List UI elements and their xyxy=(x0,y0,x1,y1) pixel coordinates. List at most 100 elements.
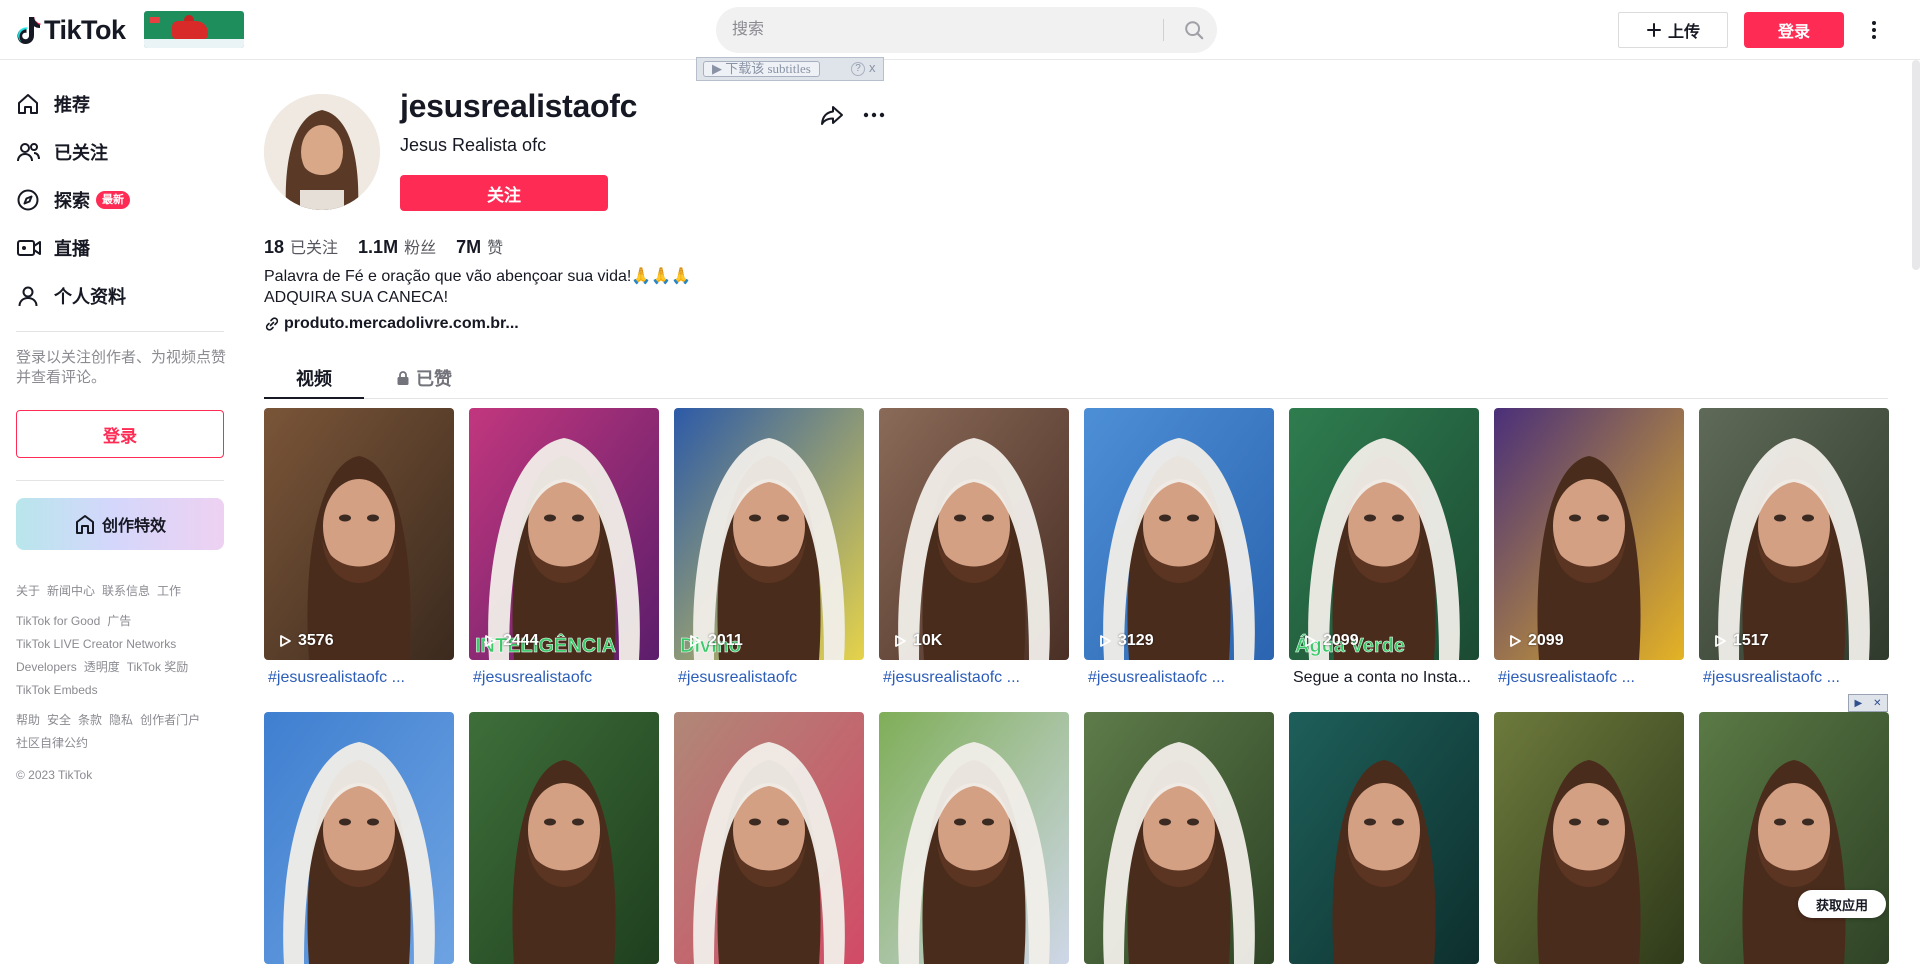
footer-link[interactable]: 联系信息 xyxy=(102,584,150,598)
footer-link[interactable]: 工作 xyxy=(157,584,181,598)
video-caption[interactable]: #jesusrealistaofc xyxy=(469,669,659,687)
video-caption[interactable]: #jesusrealistaofc ... xyxy=(1699,669,1889,687)
video-thumbnail[interactable] xyxy=(1084,712,1274,964)
compass-icon xyxy=(16,184,48,216)
share-button[interactable] xyxy=(818,101,846,129)
search-input[interactable] xyxy=(732,7,1162,53)
follow-button[interactable]: 关注 xyxy=(400,175,608,211)
scrollbar[interactable] xyxy=(1912,60,1920,270)
create-effects-button[interactable]: 创作特效 xyxy=(16,498,224,550)
video-thumbnail[interactable] xyxy=(1289,712,1479,964)
view-count-value: 2011 xyxy=(708,632,743,649)
video-thumbnail[interactable]: Água Verde 2099 xyxy=(1289,408,1479,660)
sidebar-item-following[interactable]: 已关注 xyxy=(16,132,108,172)
video-thumbnail[interactable]: 3576 xyxy=(264,408,454,660)
footer-link[interactable]: 条款 xyxy=(78,713,102,727)
footer-link[interactable]: Developers xyxy=(16,660,77,674)
video-card[interactable]: 3129 #jesusrealistaofc ... xyxy=(1084,408,1274,687)
video-caption[interactable]: #jesusrealistaofc ... xyxy=(1084,669,1274,687)
sidebar-login-button[interactable]: 登录 xyxy=(16,410,224,458)
video-thumbnail[interactable]: Divino 2011 xyxy=(674,408,864,660)
video-thumbnail[interactable] xyxy=(674,712,864,964)
view-count-value: 2099 xyxy=(1528,632,1564,649)
view-count-value: 3576 xyxy=(298,632,334,649)
footer-link[interactable]: 广告 xyxy=(107,614,131,628)
login-button[interactable]: 登录 xyxy=(1744,12,1844,48)
video-card[interactable]: Divino 2011 #jesusrealistaofc xyxy=(674,408,864,687)
upload-button[interactable]: 上传 xyxy=(1618,12,1728,48)
video-card[interactable] xyxy=(674,712,864,964)
footer-link[interactable]: 帮助 xyxy=(16,713,40,727)
footer-link[interactable]: 关于 xyxy=(16,584,40,598)
video-thumbnail-image xyxy=(1699,408,1889,660)
tiktok-logo[interactable]: TikTok xyxy=(16,12,126,48)
footer-link[interactable]: 创作者门户 xyxy=(140,713,200,727)
help-icon[interactable]: ? xyxy=(851,62,865,76)
video-thumbnail-image xyxy=(1084,408,1274,660)
sidebar-item-for-you[interactable]: 推荐 xyxy=(16,84,90,124)
footer-link[interactable]: 新闻中心 xyxy=(47,584,95,598)
footer-link[interactable]: TikTok LIVE Creator Networks xyxy=(16,637,176,651)
sidebar-item-live[interactable]: 直播 xyxy=(16,228,90,268)
video-thumbnail[interactable] xyxy=(879,712,1069,964)
stat-following[interactable]: 18 已关注 xyxy=(264,234,338,258)
video-caption[interactable]: Segue a conta no Insta... xyxy=(1289,669,1479,687)
video-card[interactable] xyxy=(1289,712,1479,964)
video-caption[interactable]: #jesusrealistaofc ... xyxy=(264,669,454,687)
more-menu-button[interactable] xyxy=(1862,14,1886,46)
video-caption[interactable]: #jesusrealistaofc ... xyxy=(1494,669,1684,687)
stat-followers[interactable]: 1.1M 粉丝 xyxy=(358,234,436,258)
footer-links-row2: TikTok for Good 广告 TikTok LIVE Creator Ne… xyxy=(16,610,231,702)
footer-link[interactable]: 安全 xyxy=(47,713,71,727)
ad-indicator[interactable]: ▶ ✕ xyxy=(1848,694,1888,712)
video-caption[interactable]: #jesusrealistaofc ... xyxy=(879,669,1069,687)
footer-link[interactable]: 隐私 xyxy=(109,713,133,727)
close-icon[interactable]: x xyxy=(869,60,876,75)
video-card[interactable]: INTELIGÊNCIA 2444 #jesusrealistaofc xyxy=(469,408,659,687)
sidebar-item-profile[interactable]: 个人资料 xyxy=(16,276,126,316)
footer-link[interactable]: 透明度 xyxy=(84,660,120,674)
play-icon: ▶ xyxy=(712,61,722,76)
video-thumbnail[interactable] xyxy=(1494,712,1684,964)
view-count-value: 2099 xyxy=(1323,632,1359,649)
view-count: 3129 xyxy=(1098,632,1154,650)
video-card[interactable] xyxy=(879,712,1069,964)
profile-link[interactable]: produto.mercadolivre.com.br... xyxy=(264,315,519,333)
tab-liked[interactable]: 已赞 xyxy=(396,358,452,398)
video-card[interactable]: 10K #jesusrealistaofc ... xyxy=(879,408,1069,687)
tab-videos[interactable]: 视频 xyxy=(264,358,364,399)
footer-link[interactable]: TikTok Embeds xyxy=(16,683,98,697)
avatar-image xyxy=(264,94,380,210)
video-card[interactable]: 3576 #jesusrealistaofc ... xyxy=(264,408,454,687)
footer-link[interactable]: TikTok 奖励 xyxy=(127,660,189,674)
video-thumbnail[interactable] xyxy=(264,712,454,964)
view-count: 10K xyxy=(893,632,942,650)
footer-link[interactable]: TikTok for Good xyxy=(16,614,100,628)
video-thumbnail[interactable]: 10K xyxy=(879,408,1069,660)
video-card[interactable] xyxy=(1699,712,1889,964)
video-card[interactable] xyxy=(1494,712,1684,964)
video-thumbnail[interactable]: 3129 xyxy=(1084,408,1274,660)
video-card[interactable]: 2099 #jesusrealistaofc ... xyxy=(1494,408,1684,687)
video-card[interactable] xyxy=(264,712,454,964)
view-count-value: 3129 xyxy=(1118,632,1154,649)
video-thumbnail[interactable]: INTELIGÊNCIA 2444 xyxy=(469,408,659,660)
stat-likes: 7M 赞 xyxy=(456,234,503,258)
footer-link[interactable]: 社区自律公约 xyxy=(16,736,88,750)
video-thumbnail[interactable] xyxy=(469,712,659,964)
search-button[interactable] xyxy=(1171,7,1217,53)
subtitle-download-button[interactable]: ▶ 下载该 subtitles xyxy=(703,61,820,77)
get-app-button[interactable]: 获取应用 xyxy=(1798,890,1886,918)
video-card[interactable]: Água Verde 2099 Segue a conta no Insta... xyxy=(1289,408,1479,687)
video-card[interactable]: 1517 #jesusrealistaofc ... xyxy=(1699,408,1889,687)
sidebar-divider xyxy=(16,480,224,481)
video-caption[interactable]: #jesusrealistaofc xyxy=(674,669,864,687)
video-card[interactable] xyxy=(1084,712,1274,964)
sidebar-item-label: 推荐 xyxy=(54,95,90,115)
video-card[interactable] xyxy=(469,712,659,964)
video-thumbnail[interactable]: 2099 xyxy=(1494,408,1684,660)
sidebar-item-explore[interactable]: 探索 最新 xyxy=(16,180,130,220)
profile-more-button[interactable] xyxy=(860,101,888,129)
video-thumbnail[interactable]: 1517 xyxy=(1699,408,1889,660)
video-thumbnail[interactable] xyxy=(1699,712,1889,964)
